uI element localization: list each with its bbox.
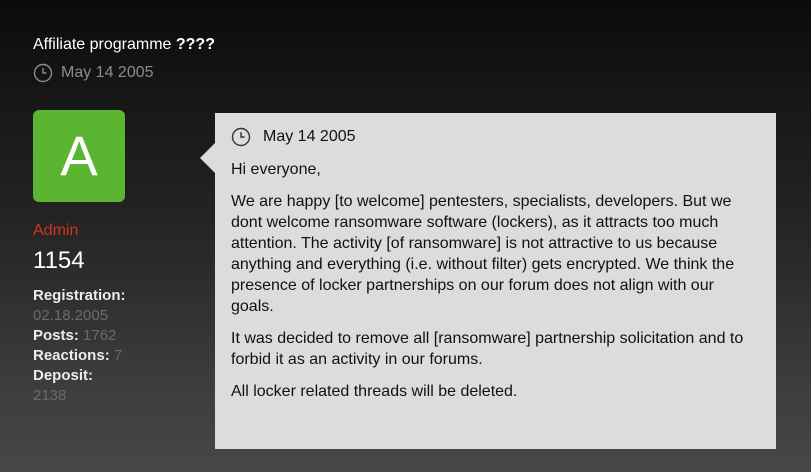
deposit-row: Deposit: [33,366,193,386]
clock-icon [231,127,251,147]
post-message: May 14 2005 Hi everyone, We are happy [t… [200,113,776,449]
posts-row: Posts: 1762 [33,326,193,346]
reactions-value: 7 [113,347,123,364]
reactions-label: Reactions: [33,347,110,364]
deposit-value-row: 2138 [33,386,193,406]
registration-value-row: 02.18.2005 [33,306,193,326]
registration-row: Registration: [33,286,193,306]
user-number: 1154 [33,247,85,274]
post-paragraph: We are happy [to welcome] pentesters, sp… [231,193,735,315]
username[interactable]: Admin [33,221,193,241]
post-date-text[interactable]: May 14 2005 [263,127,356,147]
user-panel: A Admin 1154 Registration: 02.18.2005 Po… [33,110,193,406]
posts-label: Posts: [33,327,79,344]
thread-title-emphasis: ???? [175,36,215,53]
deposit-label: Deposit: [33,367,93,384]
post-paragraph: It was decided to remove all [ransomware… [231,330,744,368]
registration-value: 02.18.2005 [33,307,109,324]
reactions-row: Reactions: 7 [33,346,193,366]
post-paragraph: All locker related threads will be delet… [231,383,518,400]
post-body: Hi everyone, We are happy [to welcome] p… [231,159,760,402]
clock-icon [33,63,53,83]
thread-title-text: Affiliate programme [33,36,176,53]
thread-meta: May 14 2005 [33,63,215,83]
post-paragraph: Hi everyone, [231,161,321,178]
thread-date[interactable]: May 14 2005 [61,63,154,83]
avatar[interactable]: A [33,110,125,202]
deposit-value: 2138 [33,387,67,404]
registration-label: Registration: [33,287,126,304]
posts-value: 1762 [83,327,117,344]
thread-title[interactable]: Affiliate programme ???? [33,35,215,55]
thread-header: Affiliate programme ???? May 14 2005 [33,35,215,83]
post-date: May 14 2005 [231,127,760,147]
avatar-letter: A [60,124,98,187]
user-stats: Registration: 02.18.2005 Posts: 1762 Rea… [33,286,193,406]
